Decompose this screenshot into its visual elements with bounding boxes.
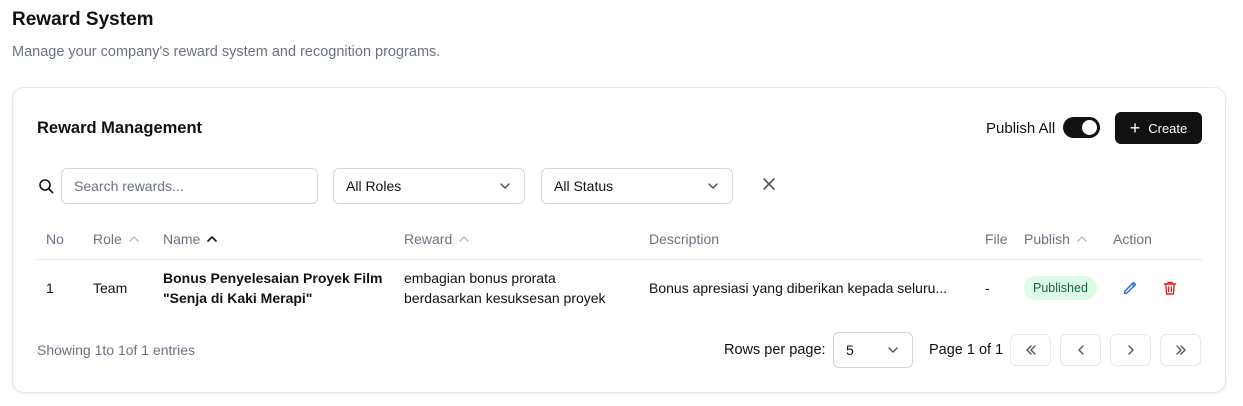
plus-icon: + [1129, 118, 1141, 138]
cell-name-line1: Bonus Penyelesaian Proyek Film [163, 270, 383, 286]
create-button[interactable]: + Create [1115, 112, 1202, 144]
role-filter-select[interactable]: All Roles [333, 168, 525, 204]
chevron-down-icon [708, 183, 718, 189]
chevron-right-icon [1127, 345, 1134, 355]
column-label: File [985, 231, 1008, 247]
column-label: Name [163, 231, 201, 247]
page-subtitle: Manage your company's reward system and … [12, 44, 441, 60]
reward-management-card: Reward Management Publish All + Create A… [12, 87, 1226, 393]
column-label: Role [93, 231, 122, 247]
card-title: Reward Management [37, 119, 203, 137]
column-header-name[interactable]: Name [163, 231, 218, 247]
publish-all-toggle[interactable] [1063, 117, 1100, 138]
first-page-button[interactable] [1010, 334, 1051, 366]
page-title: Reward System [12, 9, 154, 30]
column-header-description: Description [649, 231, 719, 247]
cell-description: Bonus apresiasi yang diberikan kepada se… [649, 280, 948, 296]
clear-filters-icon[interactable] [761, 176, 777, 192]
status-badge: Published [1024, 276, 1097, 300]
toggle-knob [1082, 120, 1097, 135]
column-header-file: File [985, 231, 1008, 247]
column-label: Publish [1024, 231, 1070, 247]
search-input[interactable] [61, 168, 318, 204]
cell-reward-line1: embagian bonus prorata [404, 270, 556, 286]
chevron-left-icon [1077, 345, 1084, 355]
column-header-reward[interactable]: Reward [404, 231, 470, 247]
column-label: Action [1113, 231, 1152, 247]
rows-per-page-label: Rows per page: [724, 342, 826, 358]
last-page-button[interactable] [1160, 334, 1201, 366]
next-page-button[interactable] [1110, 334, 1151, 366]
cell-file: - [985, 280, 990, 296]
chevrons-left-icon [1025, 345, 1036, 355]
cell-name-line2: "Senja di Kaki Merapi" [163, 290, 313, 306]
previous-page-button[interactable] [1060, 334, 1101, 366]
column-header-role[interactable]: Role [93, 231, 140, 247]
column-header-publish[interactable]: Publish [1024, 231, 1088, 247]
chevron-down-icon [500, 183, 510, 189]
trash-icon[interactable] [1162, 280, 1178, 296]
rows-per-page-value: 5 [846, 342, 854, 358]
publish-all-label: Publish All [986, 120, 1056, 137]
page-indicator: Page 1 of 1 [929, 342, 1004, 358]
sort-ascending-icon [1077, 236, 1087, 242]
column-header-no: No [46, 231, 64, 247]
status-filter-value: All Status [554, 178, 614, 194]
sort-ascending-icon [129, 236, 139, 242]
chevron-down-icon [888, 347, 898, 353]
cell-role: Team [93, 280, 128, 296]
edit-icon[interactable] [1122, 280, 1138, 296]
sort-ascending-icon [459, 236, 469, 242]
column-label: Reward [404, 231, 453, 247]
column-label: Description [649, 231, 720, 247]
column-header-action: Action [1113, 231, 1152, 247]
cell-reward-line2: berdasarkan kesuksesan proyek [404, 290, 606, 306]
status-filter-select[interactable]: All Status [541, 168, 733, 204]
column-label: No [46, 231, 64, 247]
entries-summary: Showing 1to 1of 1 entries [37, 342, 195, 358]
rows-per-page-select[interactable]: 5 [833, 332, 913, 368]
create-label: Create [1148, 120, 1188, 136]
role-filter-value: All Roles [346, 178, 402, 194]
table-header-divider [37, 259, 1202, 260]
cell-no: 1 [46, 280, 54, 296]
sort-ascending-icon [207, 236, 218, 242]
search-icon [39, 179, 54, 194]
chevrons-right-icon [1175, 345, 1186, 355]
